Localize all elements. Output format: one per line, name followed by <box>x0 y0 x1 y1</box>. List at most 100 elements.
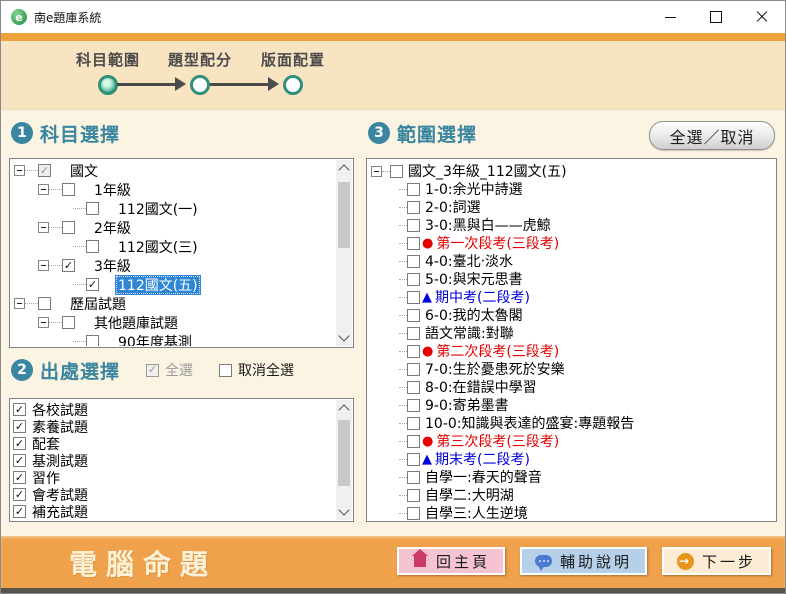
checkbox[interactable] <box>407 452 420 466</box>
checkbox[interactable] <box>407 182 420 196</box>
tree-item[interactable]: 語文常識:對聯 <box>371 324 774 342</box>
checkbox[interactable]: ✓ <box>38 164 51 177</box>
checkbox[interactable] <box>86 240 99 253</box>
checkbox[interactable] <box>407 254 420 268</box>
scrollbar[interactable] <box>336 160 352 346</box>
step-dot-1[interactable] <box>98 75 118 95</box>
expander-icon[interactable] <box>371 165 382 177</box>
checkbox[interactable] <box>407 416 420 430</box>
checkbox[interactable] <box>407 380 420 394</box>
expander-icon[interactable] <box>38 222 49 233</box>
tree-item[interactable]: 1年級 <box>14 180 335 199</box>
checkbox[interactable] <box>62 316 75 329</box>
scrollbar[interactable] <box>336 400 352 520</box>
maximize-button[interactable] <box>693 1 739 33</box>
tree-item[interactable]: 9-0:寄弟墨書 <box>371 396 774 414</box>
checkbox[interactable] <box>407 326 420 340</box>
tree-item[interactable]: 3-0:黑與白——虎鯨 <box>371 216 774 234</box>
tree-item[interactable]: 國文_3年級_112國文(五) <box>371 162 774 180</box>
checkbox[interactable] <box>407 200 420 214</box>
tree-item[interactable]: ✓ 112國文(五) <box>14 274 335 295</box>
tree-item[interactable]: ● 第一次段考(三段考) <box>371 234 774 252</box>
checkbox[interactable] <box>86 335 99 346</box>
list-item[interactable]: ✓ 各校試題 <box>13 401 335 419</box>
scroll-up-icon[interactable] <box>338 404 350 416</box>
list-item[interactable]: ✓ 會考試題 <box>13 486 335 504</box>
tree-item[interactable]: 2年級 <box>14 218 335 237</box>
list-item[interactable]: ✓ 補充試題 <box>13 503 335 520</box>
scroll-down-icon[interactable] <box>338 330 350 342</box>
tree-item[interactable]: 112國文(三) <box>14 237 335 256</box>
checkbox[interactable] <box>86 202 99 215</box>
tree-item[interactable]: ● 第三次段考(三段考) <box>371 432 774 450</box>
checkbox[interactable] <box>407 470 420 484</box>
checkbox[interactable]: ✓ <box>13 403 26 416</box>
tree-item[interactable]: 4-0:臺北‧淡水 <box>371 252 774 270</box>
step-dot-2[interactable] <box>190 75 210 95</box>
checkbox[interactable] <box>407 272 420 286</box>
tree-item[interactable]: ✓ 3年級 <box>14 256 335 275</box>
tree-item[interactable]: 自學三:人生逆境 <box>371 504 774 520</box>
tree-item[interactable]: 2-0:詞選 <box>371 198 774 216</box>
help-button[interactable]: 輔助說明 <box>519 547 647 575</box>
step-dot-3[interactable] <box>283 75 303 95</box>
expander-icon[interactable] <box>38 184 49 195</box>
checkbox[interactable] <box>407 344 420 358</box>
checkbox[interactable] <box>407 236 420 250</box>
expander-icon[interactable] <box>14 298 25 309</box>
checkbox[interactable] <box>407 506 420 520</box>
close-button[interactable] <box>739 1 785 33</box>
minimize-button[interactable] <box>647 1 693 33</box>
list-item[interactable]: ✓ 素養試題 <box>13 418 335 436</box>
checkbox[interactable]: ✓ <box>13 437 26 450</box>
select-toggle-button[interactable]: 全選／取消 <box>649 121 775 150</box>
tree-item[interactable]: 6-0:我的太魯閣 <box>371 306 774 324</box>
tree-item[interactable]: ✓ 國文 <box>14 161 335 180</box>
tree-item[interactable]: 10-0:知識與表達的盛宴:專題報告 <box>371 414 774 432</box>
list-item[interactable]: ✓ 習作 <box>13 469 335 487</box>
scroll-down-icon[interactable] <box>338 504 350 516</box>
tree-item[interactable]: 7-0:生於憂患死於安樂 <box>371 360 774 378</box>
tree-item[interactable]: 90年度基測 <box>14 332 335 346</box>
expander-icon[interactable] <box>14 165 25 176</box>
checkbox[interactable] <box>407 308 420 322</box>
checkbox[interactable] <box>390 164 403 178</box>
tree-item[interactable]: 5-0:與宋元思書 <box>371 270 774 288</box>
list-item[interactable]: ✓ 基測試題 <box>13 452 335 470</box>
checkbox[interactable]: ✓ <box>146 363 160 377</box>
tree-item[interactable]: 自學一:春天的聲音 <box>371 468 774 486</box>
scrollbar-thumb[interactable] <box>338 182 350 248</box>
tree-item[interactable]: ● 第二次段考(三段考) <box>371 342 774 360</box>
tree-item[interactable]: 歷屆試題 <box>14 294 335 313</box>
tree-item[interactable]: 8-0:在錯誤中學習 <box>371 378 774 396</box>
checkbox[interactable]: ✓ <box>86 278 99 291</box>
checkbox[interactable] <box>38 297 51 310</box>
select-all-checkbox[interactable]: ✓ 全選 <box>146 360 193 380</box>
checkbox[interactable] <box>407 218 420 232</box>
checkbox[interactable]: ✓ <box>13 488 26 501</box>
home-button[interactable]: 回主頁 <box>396 547 505 575</box>
checkbox[interactable] <box>62 183 75 196</box>
checkbox[interactable]: ✓ <box>13 505 26 518</box>
next-step-button[interactable]: → 下一步 <box>661 547 771 575</box>
checkbox[interactable] <box>407 290 420 304</box>
checkbox[interactable] <box>407 488 420 502</box>
tree-item[interactable]: 自學二:大明湖 <box>371 486 774 504</box>
tree-item[interactable]: ▲ 期末考(二段考) <box>371 450 774 468</box>
checkbox[interactable] <box>407 398 420 412</box>
list-item[interactable]: ✓ 配套 <box>13 435 335 453</box>
checkbox[interactable] <box>219 363 233 377</box>
tree-item[interactable]: ▲ 期中考(二段考) <box>371 288 774 306</box>
checkbox[interactable] <box>62 221 75 234</box>
checkbox[interactable] <box>407 362 420 376</box>
tree-item[interactable]: 其他題庫試題 <box>14 313 335 332</box>
checkbox[interactable]: ✓ <box>62 259 75 272</box>
expander-icon[interactable] <box>38 260 49 271</box>
scroll-up-icon[interactable] <box>338 164 350 176</box>
checkbox[interactable] <box>407 434 420 448</box>
expander-icon[interactable] <box>38 317 49 328</box>
checkbox[interactable]: ✓ <box>13 420 26 433</box>
checkbox[interactable]: ✓ <box>13 471 26 484</box>
checkbox[interactable]: ✓ <box>13 454 26 467</box>
scrollbar-thumb[interactable] <box>338 420 350 486</box>
